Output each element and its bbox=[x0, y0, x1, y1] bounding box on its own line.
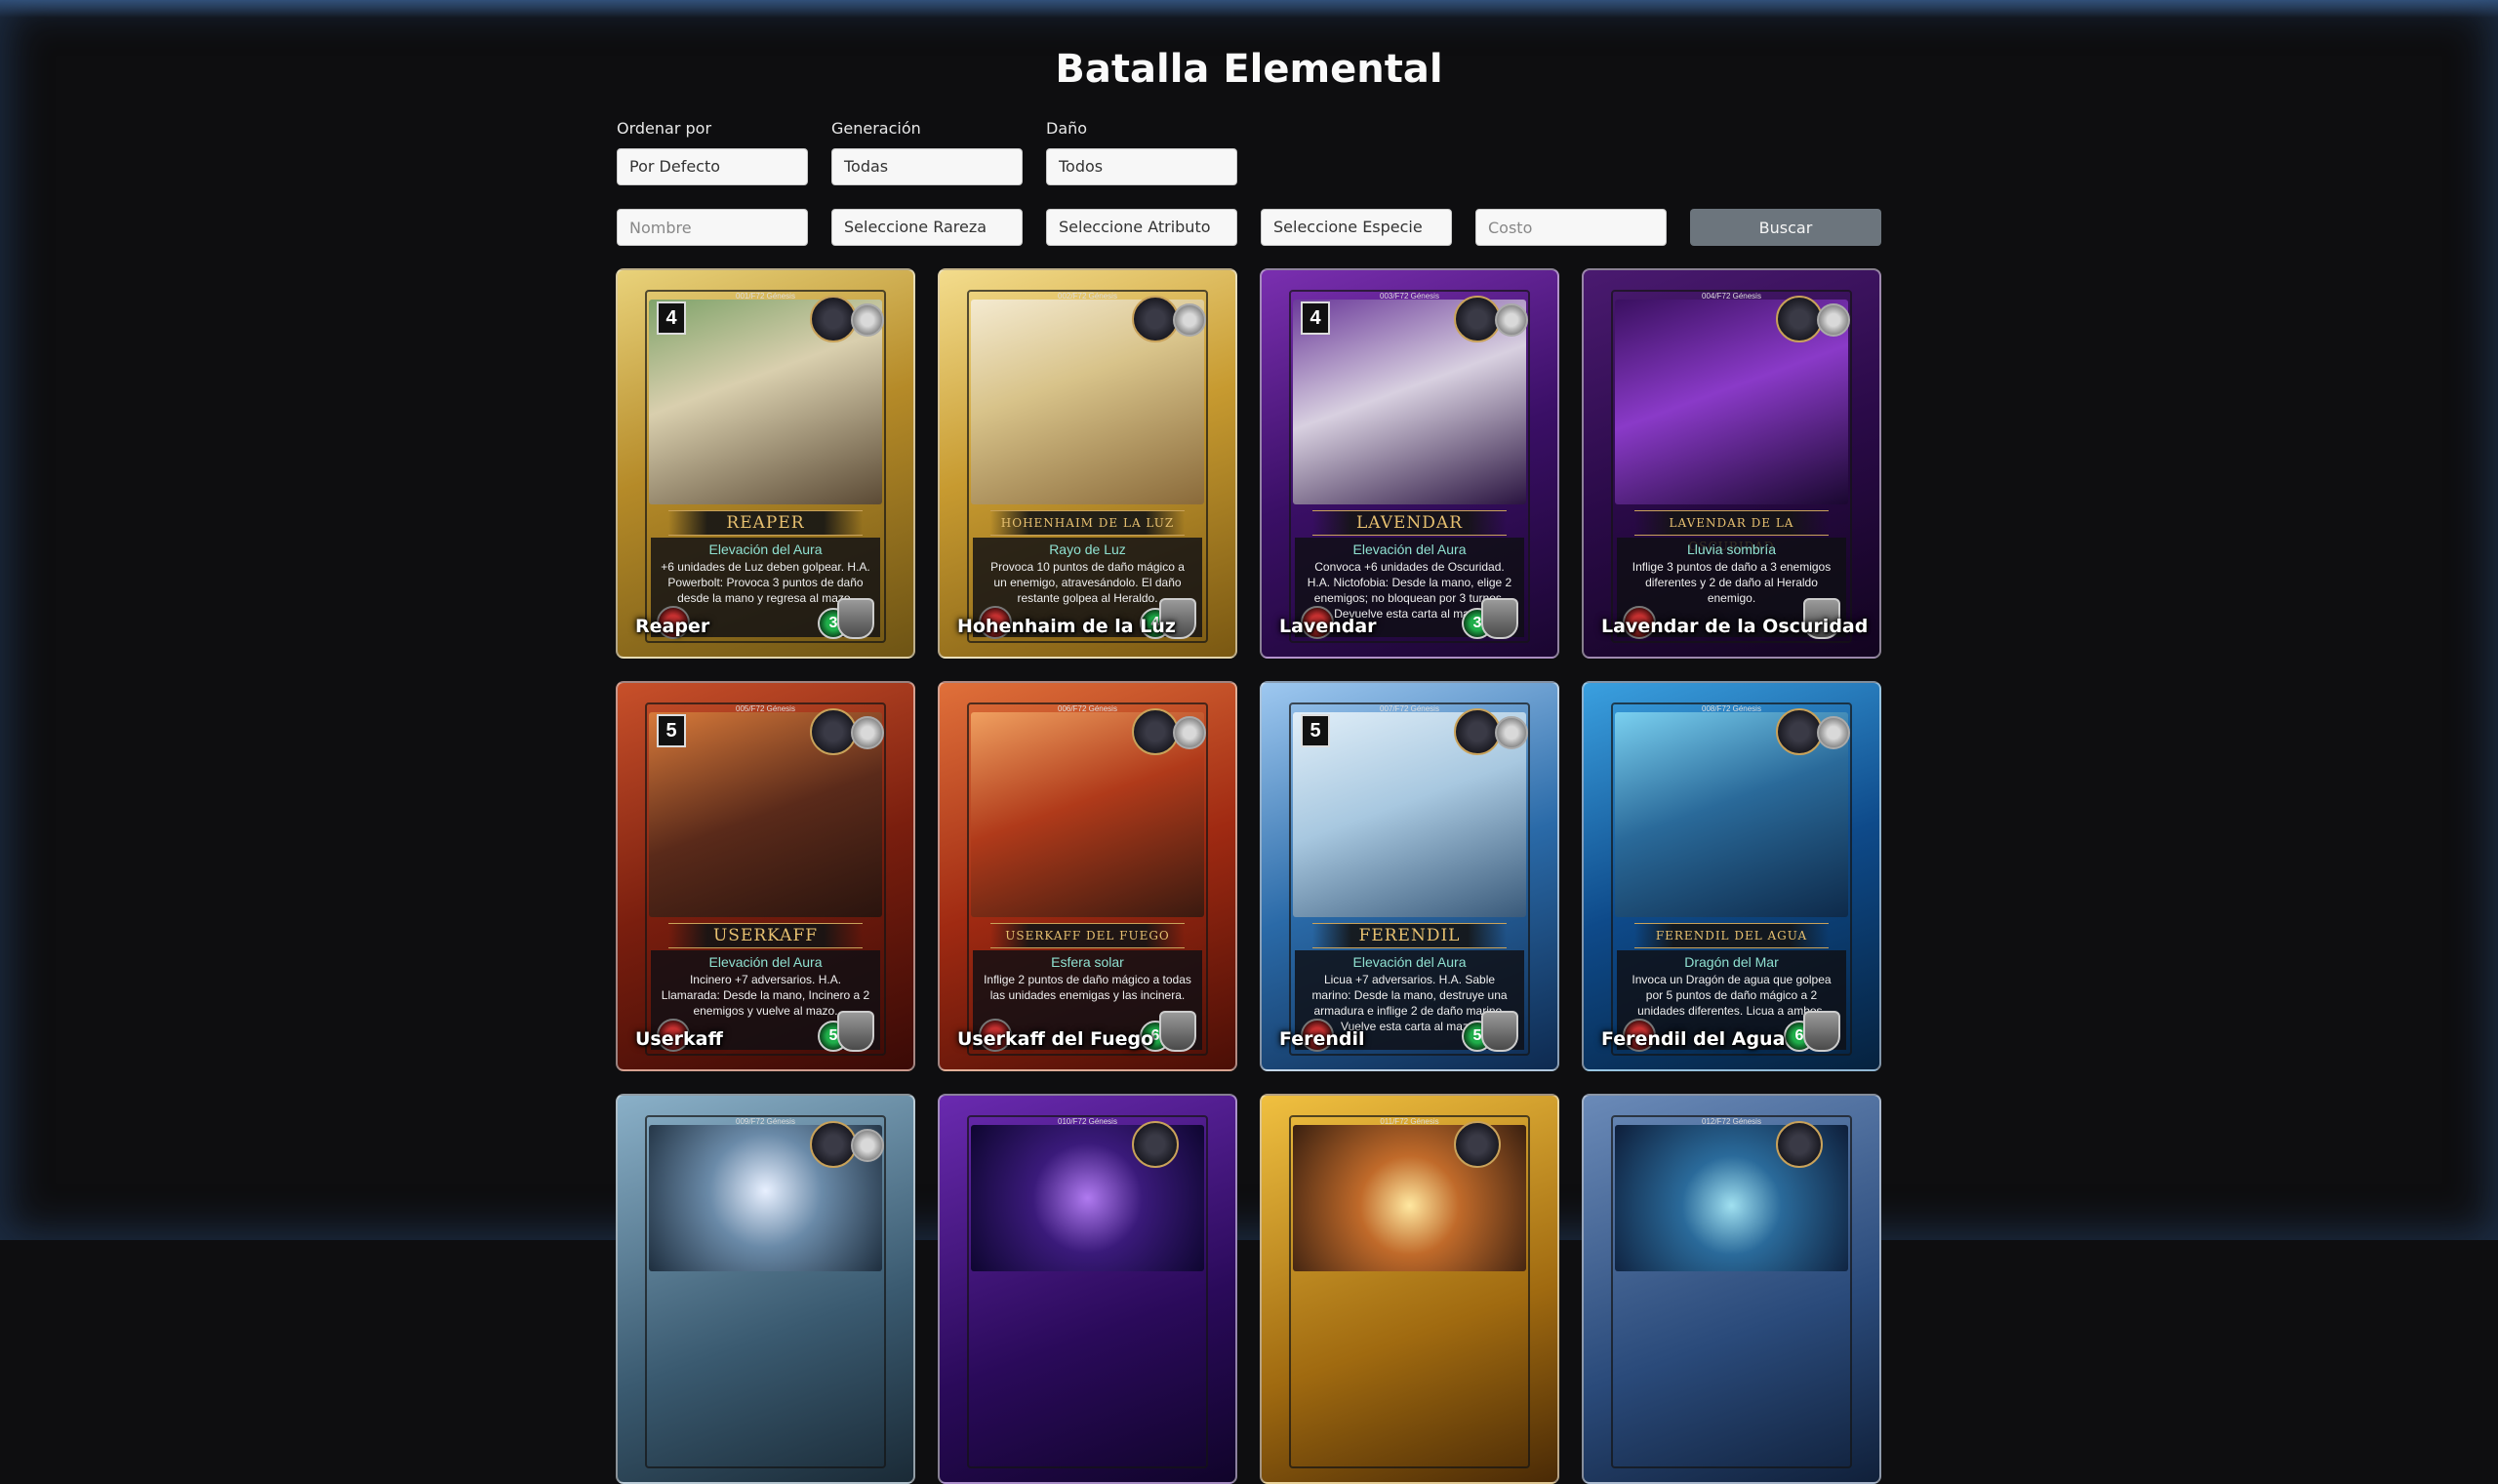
element-emblem-icon bbox=[810, 1121, 857, 1168]
shield-icon bbox=[1159, 1011, 1196, 1052]
card-banner: LAVENDAR DE LA OSCURIDAD bbox=[1634, 510, 1829, 553]
card-description: Inflige 2 puntos de daño mágico a todas … bbox=[984, 973, 1191, 1002]
card-caption: Ferendil del Agua bbox=[1601, 1028, 1786, 1050]
generation-select[interactable]: Todas bbox=[831, 148, 1023, 185]
element-emblem-icon bbox=[810, 708, 857, 755]
rarity-select[interactable]: Seleccione Rareza bbox=[831, 209, 1023, 246]
card-ability: Elevación del Aura bbox=[708, 954, 823, 970]
card-meta: 006/F72 Génesis bbox=[1058, 704, 1117, 713]
card-ability: Elevación del Aura bbox=[1352, 954, 1467, 970]
window-top-edge bbox=[0, 0, 2498, 18]
card-meta: 009/F72 Génesis bbox=[736, 1117, 795, 1126]
element-emblem-icon bbox=[1454, 708, 1501, 755]
species-emblem-icon bbox=[851, 716, 884, 749]
card[interactable]: 008/F72 Génesis FERENDIL DEL AGUA Dragón d… bbox=[1582, 681, 1881, 1071]
cost-input[interactable] bbox=[1475, 209, 1667, 246]
card-ability: Esfera solar bbox=[1051, 954, 1124, 970]
species-emblem-icon bbox=[1173, 716, 1206, 749]
card-banner: LAVENDAR bbox=[1312, 510, 1507, 536]
card-ability: Elevación del Aura bbox=[1352, 541, 1467, 557]
element-emblem-icon bbox=[1454, 1121, 1501, 1168]
card[interactable]: 010/F72 Génesis bbox=[938, 1094, 1237, 1484]
card-meta: 001/F72 Génesis bbox=[736, 292, 795, 301]
card-ability: Elevación del Aura bbox=[708, 541, 823, 557]
attribute-select[interactable]: Seleccione Atributo bbox=[1046, 209, 1237, 246]
card[interactable]: 011/F72 Génesis bbox=[1260, 1094, 1559, 1484]
element-emblem-icon bbox=[810, 296, 857, 342]
card[interactable]: 002/F72 Génesis HOHENHAIM DE LA LUZ Rayo d… bbox=[938, 268, 1237, 659]
element-emblem-icon bbox=[1776, 708, 1823, 755]
card-banner: FERENDIL DEL AGUA bbox=[1634, 923, 1829, 948]
card[interactable]: 003/F72 Génesis 4 LAVENDAR Elevación del Au… bbox=[1260, 268, 1559, 659]
card-banner: HOHENHAIM DE LA LUZ bbox=[990, 510, 1185, 536]
element-emblem-icon bbox=[1132, 296, 1179, 342]
search-button[interactable]: Buscar bbox=[1690, 209, 1881, 246]
species-select[interactable]: Seleccione Especie bbox=[1261, 209, 1452, 246]
shield-icon bbox=[837, 598, 874, 639]
card[interactable]: 005/F72 Génesis 5 USERKAFF Elevación del Au… bbox=[616, 681, 915, 1071]
card[interactable]: 009/F72 Génesis bbox=[616, 1094, 915, 1484]
card-meta: 008/F72 Génesis bbox=[1702, 704, 1761, 713]
card-caption: Lavendar de la Oscuridad bbox=[1601, 616, 1869, 637]
species-emblem-icon bbox=[1817, 303, 1850, 337]
card-meta: 005/F72 Génesis bbox=[736, 704, 795, 713]
shield-icon bbox=[1481, 1011, 1518, 1052]
card-caption: Userkaff del Fuego bbox=[957, 1028, 1154, 1050]
card-meta: 003/F72 Génesis bbox=[1380, 292, 1439, 301]
damage-select[interactable]: Todos bbox=[1046, 148, 1237, 185]
generation-label: Generación bbox=[831, 119, 921, 138]
card-caption: Ferendil bbox=[1279, 1028, 1365, 1050]
card[interactable]: 006/F72 Génesis USERKAFF DEL FUEGO Esfera … bbox=[938, 681, 1237, 1071]
page-title: Batalla Elemental bbox=[1055, 47, 1443, 92]
card-meta: 002/F72 Génesis bbox=[1058, 292, 1117, 301]
element-emblem-icon bbox=[1776, 296, 1823, 342]
name-input[interactable] bbox=[617, 209, 808, 246]
element-emblem-icon bbox=[1776, 1121, 1823, 1168]
shield-icon bbox=[837, 1011, 874, 1052]
card-caption: Userkaff bbox=[635, 1028, 723, 1050]
species-emblem-icon bbox=[1817, 716, 1850, 749]
card-caption: Reaper bbox=[635, 616, 710, 637]
card-banner: REAPER bbox=[668, 510, 863, 536]
card-banner: FERENDIL bbox=[1312, 923, 1507, 948]
card-ability: Lluvia sombría bbox=[1686, 541, 1777, 557]
card-meta: 012/F72 Génesis bbox=[1702, 1117, 1761, 1126]
card-grid: 001/F72 Génesis 4 REAPER Elevación del Aura… bbox=[616, 268, 1881, 1484]
card[interactable]: 012/F72 Génesis bbox=[1582, 1094, 1881, 1484]
card[interactable]: 004/F72 GénesisLAVENDAR DE LA OSCURIDADL… bbox=[1582, 268, 1881, 659]
card-banner: USERKAFF DEL FUEGO bbox=[990, 923, 1185, 948]
card[interactable]: 007/F72 Génesis 5 FERENDIL Elevación del Au… bbox=[1260, 681, 1559, 1071]
card-meta: 004/F72 Génesis bbox=[1702, 292, 1761, 301]
cost-badge: 4 bbox=[657, 301, 686, 335]
element-emblem-icon bbox=[1132, 1121, 1179, 1168]
card[interactable]: 001/F72 Génesis 4 REAPER Elevación del Aura… bbox=[616, 268, 915, 659]
species-emblem-icon bbox=[1495, 303, 1528, 337]
shield-icon bbox=[1803, 1011, 1840, 1052]
card-meta: 011/F72 Génesis bbox=[1380, 1117, 1439, 1126]
species-emblem-icon bbox=[851, 1129, 884, 1162]
cost-badge: 4 bbox=[1301, 301, 1330, 335]
shield-icon bbox=[1481, 598, 1518, 639]
damage-label: Daño bbox=[1046, 119, 1088, 138]
card-ability: Rayo de Luz bbox=[1049, 541, 1126, 557]
sort-label: Ordenar por bbox=[617, 119, 712, 138]
card-caption: Lavendar bbox=[1279, 616, 1377, 637]
species-emblem-icon bbox=[1495, 716, 1528, 749]
card-meta: 007/F72 Génesis bbox=[1380, 704, 1439, 713]
card-meta: 010/F72 Génesis bbox=[1058, 1117, 1117, 1126]
species-emblem-icon bbox=[1173, 303, 1206, 337]
card-ability: Dragón del Mar bbox=[1684, 954, 1779, 970]
species-emblem-icon bbox=[851, 303, 884, 337]
cost-badge: 5 bbox=[657, 714, 686, 747]
card-caption: Hohenhaim de la Luz bbox=[957, 616, 1176, 637]
cost-badge: 5 bbox=[1301, 714, 1330, 747]
element-emblem-icon bbox=[1454, 296, 1501, 342]
card-banner: USERKAFF bbox=[668, 923, 863, 948]
sort-select[interactable]: Por Defecto bbox=[617, 148, 808, 185]
element-emblem-icon bbox=[1132, 708, 1179, 755]
